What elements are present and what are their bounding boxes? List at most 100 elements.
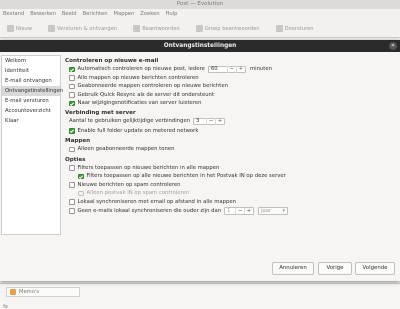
new-mail-icon <box>7 25 14 32</box>
back-button[interactable]: Vorige <box>318 262 352 275</box>
subscribed-only-row: Alleen geabonneerde mappen tonen <box>65 145 395 154</box>
metered-label: Enable full folder update on metered net… <box>77 127 199 134</box>
minus-icon[interactable]: − <box>226 66 236 73</box>
memos-label: Memo's <box>19 289 40 295</box>
all-folders-checkbox[interactable] <box>69 75 75 81</box>
sidebar-item-sending[interactable]: E-mail versturen <box>2 96 60 106</box>
dialog-title: Ontvangstinstellingen <box>163 43 237 49</box>
auto-check-checkbox[interactable] <box>69 66 75 72</box>
interval-spinner[interactable]: 60 − + <box>207 65 246 73</box>
section-check-title: Controleren op nieuwe e-mail <box>65 58 159 64</box>
sidebar-item-done[interactable]: Klaar <box>2 116 60 126</box>
forward-label: Doorsturen <box>284 25 314 32</box>
no-sync-older-label: Geen e-mails lokaal synchroniseren die o… <box>77 207 222 214</box>
minus-icon[interactable]: − <box>235 207 244 215</box>
concurrent-value[interactable]: 3 <box>194 118 206 125</box>
sync-local-row: Lokaal synchroniseren met email op afsta… <box>65 198 395 207</box>
sidebar-item-welcome[interactable]: Welkom <box>2 56 60 66</box>
metered-row: Enable full folder update on metered net… <box>65 127 395 136</box>
all-folders-label: Alle mappen op nieuwe berichten controle… <box>77 74 199 81</box>
sidebar-item-account-summary[interactable]: Accountoverzicht <box>2 106 60 116</box>
next-button[interactable]: Volgende <box>355 262 395 275</box>
forward-icon <box>275 25 283 32</box>
filter-all-checkbox[interactable] <box>69 165 75 171</box>
forward-button[interactable]: Doorsturen <box>272 23 318 34</box>
reply-label: Beantwoorden <box>142 25 180 32</box>
filter-inbox-checkbox[interactable] <box>78 173 84 179</box>
auto-check-row: Automatisch controleren op nieuwe post, … <box>65 65 395 74</box>
no-sync-older-checkbox[interactable] <box>69 208 75 214</box>
send-receive-label: Versturen & ontvangen <box>57 25 118 32</box>
switcher-arrows-icon[interactable]: ⇆ <box>3 303 8 309</box>
concurrent-row: Aantal te gebruiken gelijktijdige verbin… <box>65 117 395 127</box>
spam-inbox-checkbox[interactable] <box>78 190 84 196</box>
concurrent-spinner[interactable]: 3 − + <box>193 117 226 126</box>
interval-unit: minuten <box>249 66 272 72</box>
spam-inbox-label: Alleen postvak IN op spam controleren <box>86 190 190 196</box>
listen-label: Naar wijzigingsnotificaties van server l… <box>77 100 202 106</box>
section-options-title: Opties <box>65 156 86 163</box>
plus-icon[interactable]: + <box>215 118 224 125</box>
sync-local-checkbox[interactable] <box>69 199 75 205</box>
subscribed-only-label: Alleen geabonneerde mappen tonen <box>77 146 175 152</box>
minus-icon[interactable]: − <box>206 118 215 125</box>
memos-button[interactable]: Memo's <box>6 287 80 297</box>
menu-messages[interactable]: Berichten <box>83 10 108 19</box>
window-title: Post — Evolution <box>0 0 400 9</box>
sidebar-item-receiving[interactable]: E-mail ontvangen <box>2 76 60 86</box>
filter-all-label: Filters toepassen op nieuwe berichten in… <box>77 164 220 171</box>
section-connection-title: Verbinding met server <box>65 109 136 116</box>
dialog-header: Ontvangstinstellingen ✕ <box>0 40 400 52</box>
menu-folders[interactable]: Mappen <box>114 10 135 19</box>
close-icon[interactable]: ✕ <box>389 42 397 50</box>
receiving-options-dialog: Ontvangstinstellingen ✕ Welkom Identitei… <box>0 40 400 281</box>
spam-checkbox[interactable] <box>69 182 75 188</box>
plus-icon[interactable]: + <box>235 66 245 73</box>
menu-file[interactable]: Bestand <box>3 10 24 19</box>
older-unit-select[interactable]: jaar ▾ <box>258 207 289 215</box>
concurrent-label: Aantal te gebruiken gelijktijdige verbin… <box>69 118 191 125</box>
plus-icon[interactable]: + <box>244 207 253 215</box>
spam-label: Nieuwe berichten op spam controleren <box>77 181 181 188</box>
spam-row: Nieuwe berichten op spam controleren <box>65 181 395 190</box>
cancel-button[interactable]: Annuleren <box>272 262 314 275</box>
memo-icon <box>10 289 16 295</box>
send-receive-icon <box>48 25 56 32</box>
interval-value[interactable]: 60 <box>209 66 227 73</box>
subscribed-checkbox[interactable] <box>69 83 75 89</box>
subscribed-only-checkbox[interactable] <box>69 146 75 152</box>
quick-resync-checkbox[interactable] <box>69 92 75 98</box>
auto-check-label: Automatisch controleren op nieuwe post, … <box>77 66 205 72</box>
section-folders-title: Mappen <box>65 138 91 144</box>
reply-all-icon <box>195 25 203 32</box>
menubar: Bestand Bewerken Beeld Berichten Mappen … <box>0 10 400 19</box>
spam-inbox-row: Alleen postvak IN op spam controleren <box>65 189 395 198</box>
sidebar-item-receiving-options[interactable]: Ontvangstinstellingen <box>2 86 63 96</box>
filter-inbox-row: Filters toepassen op alle nieuwe bericht… <box>65 172 395 181</box>
older-unit-value: jaar <box>261 207 272 214</box>
older-spinner[interactable]: 1 − + <box>224 207 255 215</box>
metered-checkbox[interactable] <box>69 128 75 134</box>
reply-button[interactable]: Beantwoorden <box>129 23 184 34</box>
menu-edit[interactable]: Bewerken <box>30 10 56 19</box>
filter-all-row: Filters toepassen op nieuwe berichten in… <box>65 164 395 173</box>
sidebar-item-identity[interactable]: Identiteit <box>2 66 60 76</box>
sync-local-label: Lokaal synchroniseren met email op afsta… <box>77 198 237 205</box>
menu-help[interactable]: Hulp <box>166 10 178 19</box>
menu-view[interactable]: Beeld <box>62 10 77 19</box>
menu-search[interactable]: Zoeken <box>140 10 159 19</box>
filter-inbox-label: Filters toepassen op alle nieuwe bericht… <box>86 173 286 179</box>
quick-resync-row: Gebruik Quick Resync als de server dit o… <box>65 91 395 100</box>
subscribed-label: Geabonneerde mappen controleren op nieuw… <box>77 83 228 89</box>
reply-group-button[interactable]: Groep beantwoorden <box>192 23 264 34</box>
listen-checkbox[interactable] <box>69 100 75 106</box>
older-value[interactable]: 1 <box>225 208 235 215</box>
main-toolbar: Nieuw Versturen & ontvangen Beantwoorden… <box>0 20 400 38</box>
send-receive-button[interactable]: Versturen & ontvangen <box>44 23 121 34</box>
options-content: Controleren op nieuwe e-mail Automatisch… <box>65 57 395 257</box>
new-button[interactable]: Nieuw <box>3 23 36 34</box>
chevron-down-icon: ▾ <box>282 207 286 214</box>
quick-resync-label: Gebruik Quick Resync als de server dit o… <box>77 91 215 98</box>
assistant-steps-sidebar: Welkom Identiteit E-mail ontvangen Ontva… <box>1 55 63 235</box>
new-label: Nieuw <box>16 25 33 32</box>
